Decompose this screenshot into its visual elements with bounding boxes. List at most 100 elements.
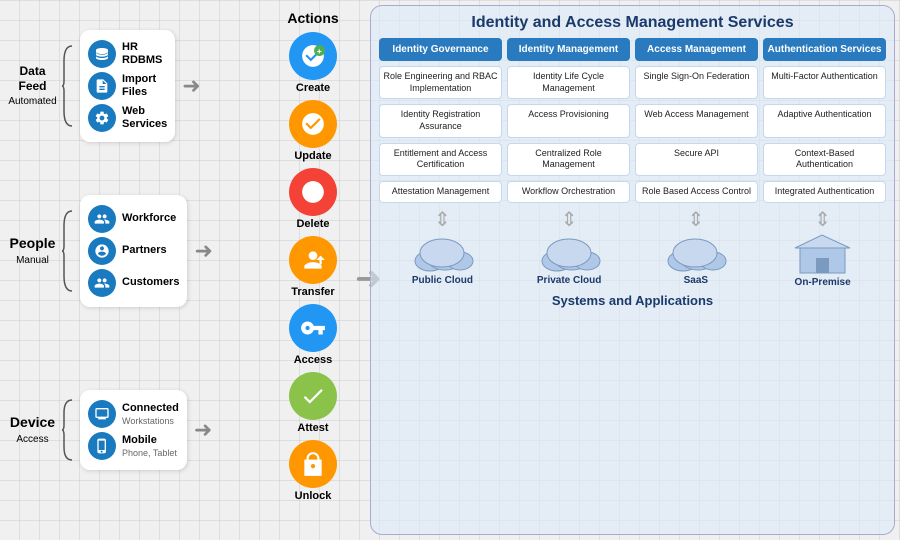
systems-title: Systems and Applications	[379, 293, 886, 308]
workstations-label: Connected Workstations	[122, 402, 179, 425]
update-icon	[289, 100, 337, 148]
phone-icon	[88, 432, 116, 460]
public-cloud-item: Public Cloud	[407, 233, 477, 287]
iam-cell-r4c2: Workflow Orchestration	[507, 181, 630, 203]
iam-section: Identity and Access Management Services …	[370, 5, 895, 535]
arrow-down-4: ⇕	[814, 207, 831, 232]
unlock-action: Unlock	[268, 440, 358, 502]
access-icon	[289, 304, 337, 352]
private-cloud-label: Private Cloud	[537, 275, 601, 287]
iam-cell-r1c2: Identity Life Cycle Management	[507, 66, 630, 99]
unlock-label: Unlock	[295, 490, 332, 502]
delete-icon	[289, 168, 337, 216]
iam-cell-r1c1: Role Engineering and RBAC Implementation	[379, 66, 502, 99]
list-item: Partners	[88, 237, 179, 265]
data-feed-arrow: ➜	[182, 73, 200, 99]
device-label: Device Access	[5, 414, 60, 446]
on-premise-icon	[790, 233, 855, 275]
iam-cell-r3c1: Entitlement and Access Certification	[379, 143, 502, 176]
create-icon: +	[289, 32, 337, 80]
arrow-down-3: ⇕	[687, 207, 704, 232]
workforce-icon	[88, 205, 116, 233]
col-header-identity-management: Identity Management	[507, 38, 630, 61]
people-group: People Manual Workforce Partners	[5, 195, 216, 307]
list-item: Connected Workstations	[88, 400, 179, 428]
people-label: People Manual	[5, 235, 60, 267]
device-arrow: ➜	[194, 417, 212, 443]
hr-rdbms-label: HR RDBMS	[122, 41, 162, 67]
access-label: Access	[294, 354, 333, 366]
saas-item: SaaS	[661, 233, 731, 287]
iam-cell-r2c4: Adaptive Authentication	[763, 104, 886, 137]
iam-cell-r2c2: Access Provisioning	[507, 104, 630, 137]
data-feed-items: HR RDBMS Import Files Web Se	[80, 30, 175, 142]
iam-cell-r1c4: Multi-Factor Authentication	[763, 66, 886, 99]
private-cloud-icon	[537, 233, 602, 273]
update-action: Update	[268, 100, 358, 162]
iam-cell-r3c2: Centralized Role Management	[507, 143, 630, 176]
iam-cell-r4c1: Attestation Management	[379, 181, 502, 203]
public-cloud-label: Public Cloud	[412, 275, 473, 287]
transfer-label: Transfer	[291, 286, 334, 298]
people-items: Workforce Partners Customers	[80, 195, 187, 307]
list-item: Import Files	[88, 72, 167, 100]
delete-action: Delete	[268, 168, 358, 230]
device-items: Connected Workstations Mobile Phone, Tab…	[80, 390, 187, 470]
device-group: Device Access Connected Workstations	[5, 390, 215, 470]
left-section: Data Feed Automated HR RDBMS	[5, 10, 265, 530]
arrow-down-2: ⇕	[561, 207, 578, 232]
attest-action: Attest	[268, 372, 358, 434]
delete-label: Delete	[296, 218, 329, 230]
import-files-label: Import Files	[122, 73, 156, 99]
actions-section: Actions + Create Update Delete Transfer …	[268, 10, 358, 508]
private-cloud-item: Private Cloud	[534, 233, 604, 287]
transfer-icon	[289, 236, 337, 284]
iam-cell-r2c1: Identity Registration Assurance	[379, 104, 502, 137]
access-action: Access	[268, 304, 358, 366]
people-arrow: ➜	[194, 238, 212, 264]
mobile-label: Mobile Phone, Tablet	[122, 434, 177, 457]
iam-cell-r2c3: Web Access Management	[635, 104, 758, 137]
iam-cell-r3c3: Secure API	[635, 143, 758, 176]
gear-icon	[88, 104, 116, 132]
iam-cell-r4c4: Integrated Authentication	[763, 181, 886, 203]
arrows-row: ⇕ ⇕ ⇕ ⇕	[379, 209, 886, 231]
actions-title: Actions	[268, 10, 358, 26]
list-item: Mobile Phone, Tablet	[88, 432, 179, 460]
transfer-action: Transfer	[268, 236, 358, 298]
attest-label: Attest	[297, 422, 328, 434]
list-item: Customers	[88, 269, 179, 297]
col-header-access-management: Access Management	[635, 38, 758, 61]
data-feed-group: Data Feed Automated HR RDBMS	[5, 30, 204, 142]
partners-icon	[88, 237, 116, 265]
database-icon	[88, 40, 116, 68]
iam-title: Identity and Access Management Services	[379, 14, 886, 32]
iam-cell-r1c3: Single Sign-On Federation	[635, 66, 758, 99]
on-premise-label: On-Premise	[795, 277, 851, 289]
monitor-icon	[88, 400, 116, 428]
list-item: Web Services	[88, 104, 167, 132]
svg-text:+: +	[317, 46, 322, 56]
file-icon	[88, 72, 116, 100]
attest-icon	[289, 372, 337, 420]
public-cloud-icon	[410, 233, 475, 273]
web-services-label: Web Services	[122, 105, 167, 131]
iam-cell-r3c4: Context-Based Authentication	[763, 143, 886, 176]
saas-icon	[663, 233, 728, 273]
list-item: HR RDBMS	[88, 40, 167, 68]
systems-row: Public Cloud Private Cloud	[379, 233, 886, 289]
list-item: Workforce	[88, 205, 179, 233]
arrow-down-1: ⇕	[434, 207, 451, 232]
create-action: + Create	[268, 32, 358, 94]
col-header-authentication-services: Authentication Services	[763, 38, 886, 61]
unlock-icon	[289, 440, 337, 488]
saas-label: SaaS	[684, 275, 708, 287]
on-premise-item: On-Premise	[788, 233, 858, 289]
create-label: Create	[296, 82, 330, 94]
iam-column-headers: Identity Governance Identity Management …	[379, 38, 886, 203]
customers-icon	[88, 269, 116, 297]
data-feed-label: Data Feed Automated	[5, 64, 60, 108]
iam-cell-r4c3: Role Based Access Control	[635, 181, 758, 203]
update-label: Update	[294, 150, 331, 162]
col-header-identity-governance: Identity Governance	[379, 38, 502, 61]
